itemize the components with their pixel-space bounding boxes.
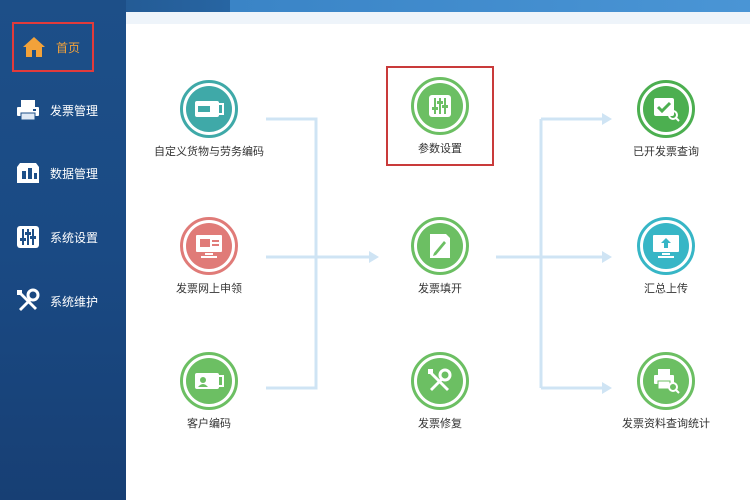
sidebar-item-home[interactable]: 首页 bbox=[12, 22, 94, 72]
sliders-icon bbox=[417, 83, 463, 129]
flow-node-circle bbox=[180, 352, 238, 410]
sidebar-item-system-maintenance[interactable]: 系统维护 bbox=[14, 281, 118, 321]
flow-node-label: 发票网上申领 bbox=[176, 282, 242, 295]
flow-node-circle bbox=[637, 352, 695, 410]
card-icon bbox=[186, 86, 232, 132]
flow-node-label: 参数设置 bbox=[418, 142, 462, 155]
flow-node-circle bbox=[180, 217, 238, 275]
flow-node-label: 客户编码 bbox=[187, 417, 231, 430]
sidebar-item-label: 数据管理 bbox=[50, 166, 99, 181]
flow-node-invoice-data-statistics[interactable]: 发票资料查询统计 bbox=[591, 352, 741, 431]
sidebar-item-label: 首页 bbox=[56, 40, 81, 55]
flow-node-circle bbox=[637, 80, 695, 138]
sidebar-item-label: 系统设置 bbox=[50, 230, 99, 245]
flow-node-invoice-repair[interactable]: 发票修复 bbox=[365, 352, 515, 431]
printer-search-icon bbox=[643, 358, 689, 404]
home-icon bbox=[20, 33, 48, 61]
sliders-icon bbox=[14, 223, 42, 251]
flow-node-label: 发票资料查询统计 bbox=[622, 417, 710, 430]
sidebar-item-label: 发票管理 bbox=[50, 103, 99, 118]
pen-document-icon bbox=[417, 223, 463, 269]
sidebar-item-label: 系统维护 bbox=[50, 294, 99, 309]
flow-node-label: 汇总上传 bbox=[644, 282, 688, 295]
tools-icon bbox=[417, 358, 463, 404]
flow-node-circle bbox=[180, 80, 238, 138]
sidebar: 首页 发票管理 数据管理 系统设置 系统维护 bbox=[0, 0, 126, 500]
data-icon bbox=[14, 159, 42, 187]
flow-node-issued-invoice-query[interactable]: 已开发票查询 bbox=[591, 80, 741, 159]
monitor-apply-icon bbox=[186, 223, 232, 269]
flow-node-label: 发票填开 bbox=[418, 282, 462, 295]
flow-node-invoice-issue[interactable]: 发票填开 bbox=[365, 217, 515, 296]
flow-node-label: 自定义货物与劳务编码 bbox=[154, 145, 264, 158]
flow-node-circle bbox=[411, 352, 469, 410]
flow-node-label: 发票修复 bbox=[418, 417, 462, 430]
flow-node-circle bbox=[411, 217, 469, 275]
contact-card-icon bbox=[186, 358, 232, 404]
flow-node-invoice-online-apply[interactable]: 发票网上申领 bbox=[134, 217, 284, 296]
search-document-icon bbox=[643, 86, 689, 132]
flow-node-circle bbox=[411, 77, 469, 135]
flow-node-label: 已开发票查询 bbox=[633, 145, 699, 158]
sidebar-item-data-management[interactable]: 数据管理 bbox=[14, 153, 118, 193]
upload-monitor-icon bbox=[643, 223, 689, 269]
printer-icon bbox=[14, 96, 42, 124]
sidebar-item-system-settings[interactable]: 系统设置 bbox=[14, 217, 118, 257]
title-bar-segment bbox=[230, 0, 750, 12]
main-panel: 自定义货物与劳务编码 发票网上申领 客户编码 参数设置 发票填开 发票修复 已开… bbox=[126, 12, 750, 500]
flow-node-parameter-settings[interactable]: 参数设置 bbox=[365, 77, 515, 156]
tools-icon bbox=[14, 287, 42, 315]
sidebar-item-invoice-management[interactable]: 发票管理 bbox=[14, 90, 118, 130]
flow-node-summary-upload[interactable]: 汇总上传 bbox=[591, 217, 741, 296]
flow-node-circle bbox=[637, 217, 695, 275]
flow-node-customer-code[interactable]: 客户编码 bbox=[134, 352, 284, 431]
flow-node-custom-goods-code[interactable]: 自定义货物与劳务编码 bbox=[134, 80, 284, 159]
